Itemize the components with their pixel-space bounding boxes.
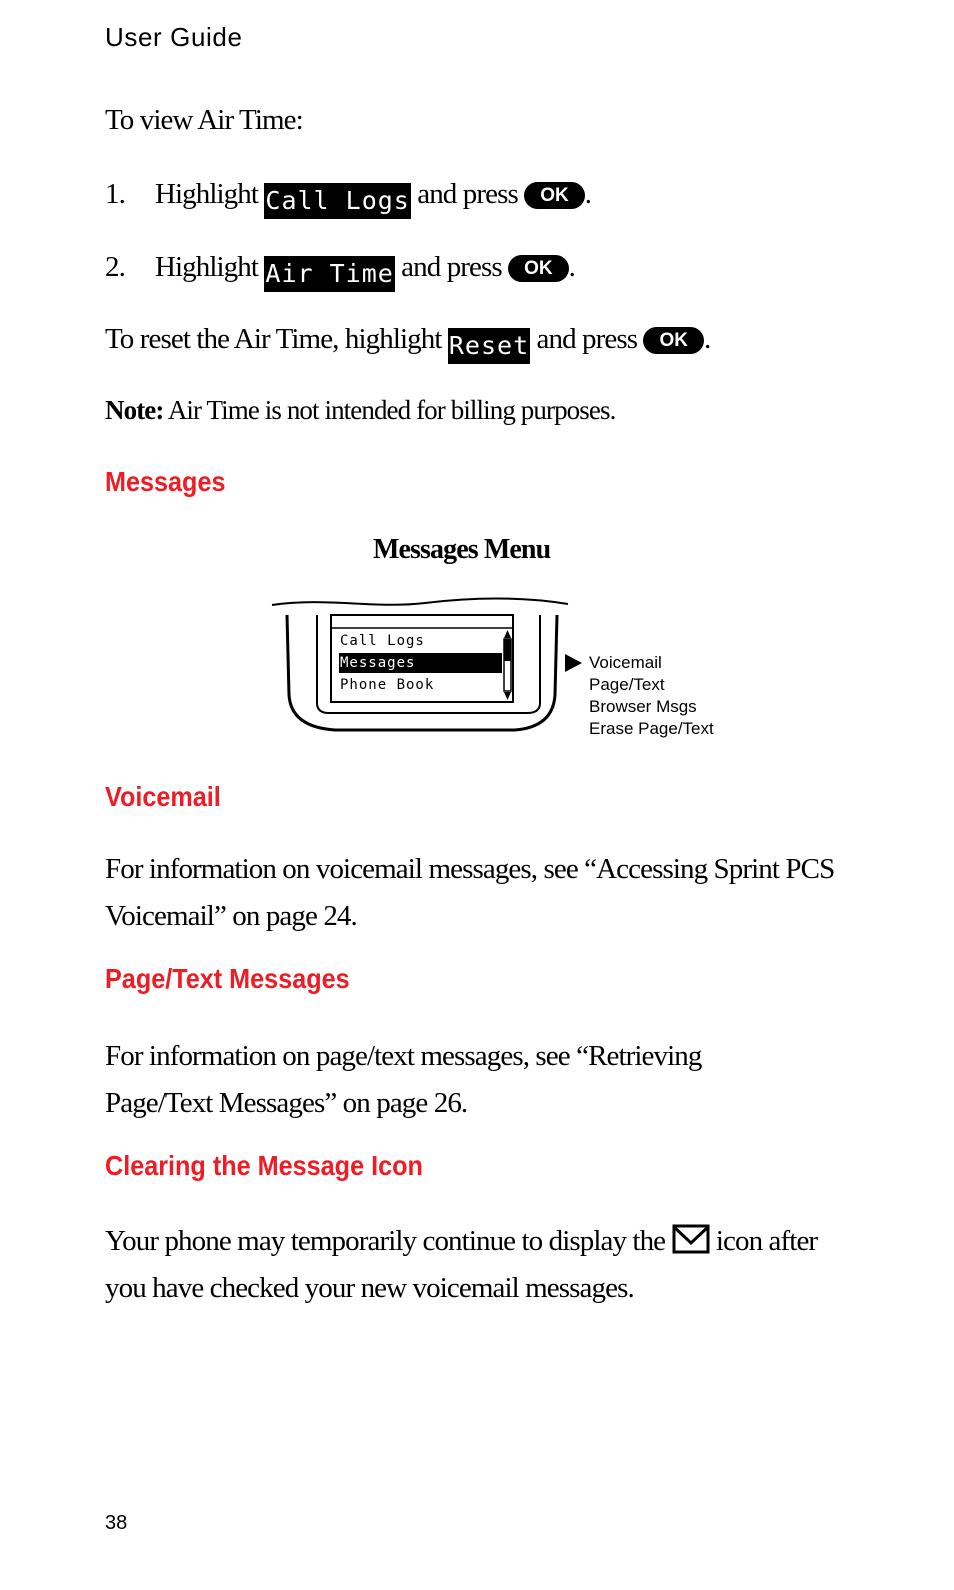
- ok-key-icon: OK: [524, 182, 585, 209]
- screen-item: Phone Book: [340, 677, 435, 693]
- screen-menu: Call Logs Messages Phone Book: [340, 630, 434, 696]
- text-segment: icon after: [715, 1225, 818, 1257]
- period: .: [584, 178, 592, 210]
- heading-messages: Messages: [105, 466, 226, 497]
- text-segment: Your phone may temporarily continue to d…: [105, 1225, 666, 1257]
- text-line: For information on voicemail messages, s…: [105, 853, 835, 885]
- manual-page: User Guide To view Air Time: 1. Highlight…: [0, 0, 954, 1590]
- note-text: Air Time is not intended for billing pur…: [163, 395, 617, 425]
- reset-text: To reset the Air Time, highlight: [105, 323, 442, 355]
- ok-key-icon: OK: [508, 255, 569, 282]
- note-label: Note:: [105, 395, 164, 425]
- voicemail-paragraph: For information on voicemail messages, s…: [105, 846, 835, 940]
- intro-text: To view Air Time:: [105, 104, 304, 136]
- step-text: Highlight: [154, 178, 259, 210]
- page-number: 38: [105, 1512, 128, 1534]
- heading-clearing-message-icon: Clearing the Message Icon: [105, 1150, 423, 1181]
- heading-page-text-messages: Page/Text Messages: [105, 963, 350, 994]
- text-line: Voicemail” on page 24.: [105, 900, 358, 932]
- step-text: Highlight: [154, 251, 259, 283]
- step-number: 2.: [105, 251, 126, 283]
- pagetext-paragraph: For information on page/text messages, s…: [105, 1033, 702, 1127]
- envelope-icon: [672, 1224, 710, 1254]
- submenu-item: Browser Msgs: [589, 697, 697, 716]
- step-number: 1.: [105, 178, 126, 210]
- screen-item: Call Logs: [340, 633, 425, 649]
- text-line: Page/Text Messages” on page 26.: [105, 1087, 468, 1119]
- submenu-item: Page/Text: [589, 675, 665, 694]
- text-line: you have checked your new voicemail mess…: [105, 1272, 635, 1304]
- text-line: For information on page/text messages, s…: [105, 1040, 702, 1072]
- submenu-item: Erase Page/Text: [589, 719, 714, 738]
- period: .: [703, 323, 711, 355]
- clearing-paragraph: Your phone may temporarily continue to d…: [105, 1218, 818, 1312]
- heading-voicemail: Voicemail: [105, 781, 221, 812]
- submenu-list: Voicemail Page/Text Browser Msgs Erase P…: [589, 652, 714, 740]
- lcd-reset: Reset: [447, 328, 531, 364]
- lcd-air-time: Air Time: [264, 256, 395, 292]
- ok-key-icon: OK: [643, 327, 704, 354]
- reset-text: and press: [536, 323, 639, 355]
- screen-item-selected: Messages: [340, 655, 416, 671]
- note: Note: Air Time is not intended for billi…: [105, 395, 617, 426]
- pointer-arrow-icon: [565, 654, 582, 672]
- reset-instruction: To reset the Air Time, highlight Reset a…: [105, 323, 711, 364]
- period: .: [568, 251, 576, 283]
- step-1: 1. Highlight Call Logs and press OK.: [105, 178, 592, 219]
- step-text: and press: [401, 251, 503, 283]
- submenu-item: Voicemail: [589, 653, 662, 672]
- step-2: 2. Highlight Air Time and press OK.: [105, 251, 576, 292]
- lcd-call-logs: Call Logs: [264, 183, 411, 219]
- text-line: Your phone may temporarily continue to d…: [105, 1218, 818, 1265]
- step-text: and press: [417, 178, 519, 210]
- figure-title: Messages Menu: [373, 534, 551, 565]
- running-header: User Guide: [105, 22, 243, 52]
